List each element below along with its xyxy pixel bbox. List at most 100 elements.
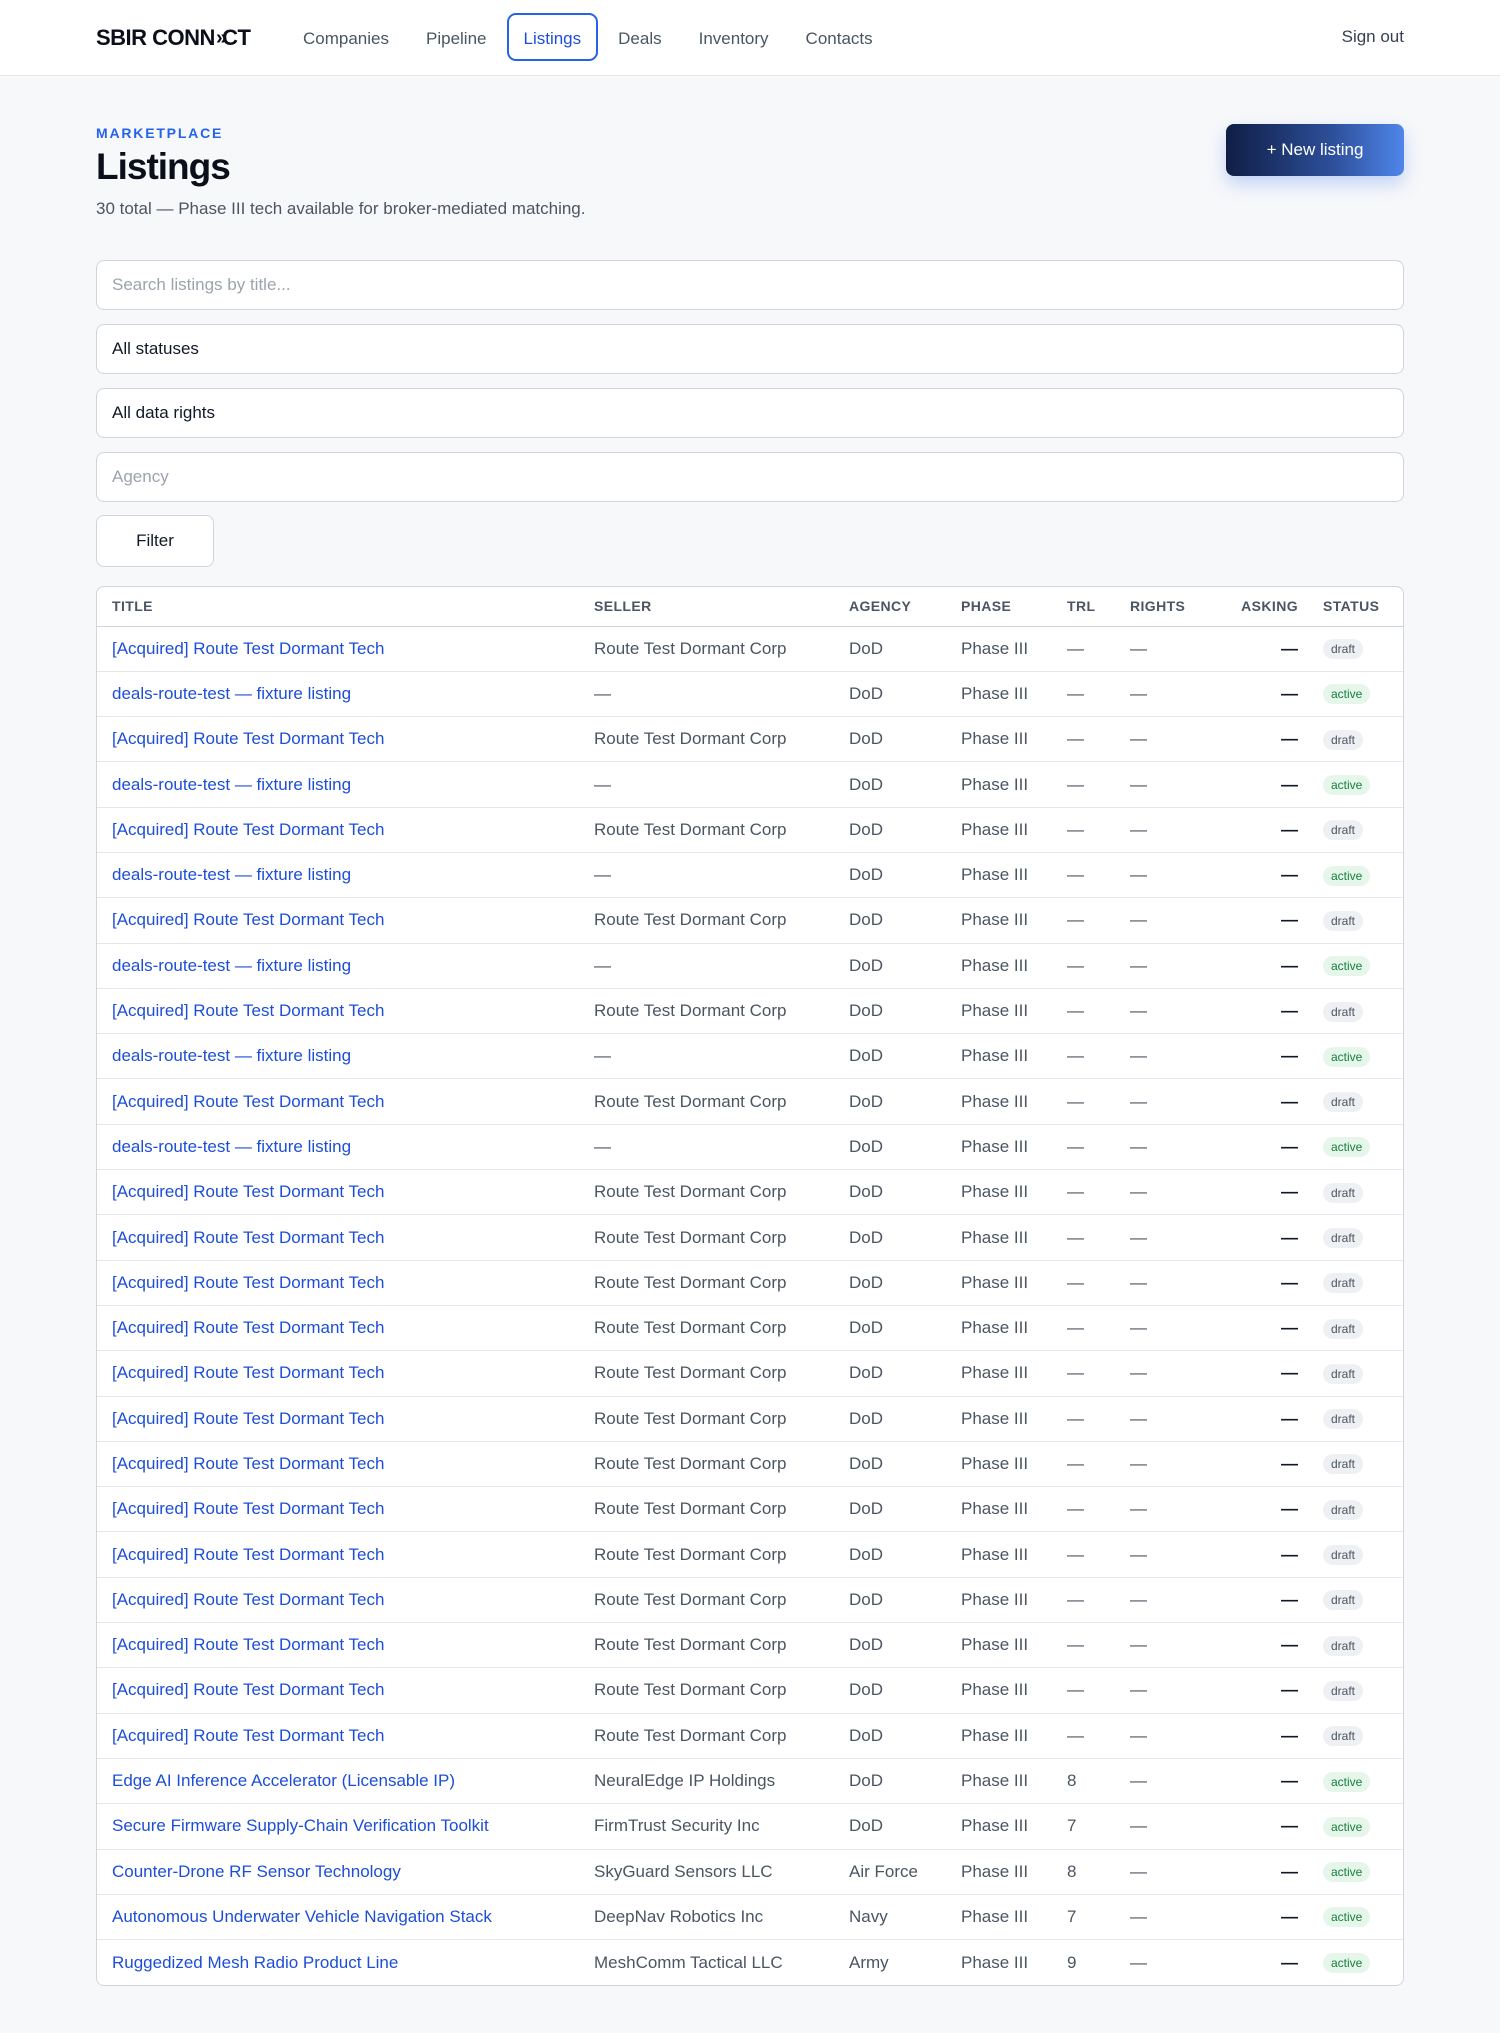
cell-seller: Route Test Dormant Corp: [579, 1622, 834, 1668]
column-header-trl: TRL: [1052, 587, 1115, 627]
cell-rights: —: [1115, 1576, 1223, 1623]
cell-agency: DoD: [834, 761, 946, 808]
cell-agency: DoD: [834, 1712, 946, 1759]
listing-title-link[interactable]: [Acquired] Route Test Dormant Tech: [112, 1545, 384, 1564]
listing-title-link[interactable]: deals-route-test — fixture listing: [112, 775, 351, 794]
listing-title-link[interactable]: Ruggedized Mesh Radio Product Line: [112, 1953, 398, 1972]
app-logo[interactable]: SBIR CONN» CT: [96, 25, 251, 51]
listing-title-link[interactable]: [Acquired] Route Test Dormant Tech: [112, 910, 384, 929]
listing-title-link[interactable]: [Acquired] Route Test Dormant Tech: [112, 1409, 384, 1428]
cell-status: draft: [1308, 1440, 1403, 1487]
cell-seller: Route Test Dormant Corp: [579, 1440, 834, 1487]
listing-title-link[interactable]: [Acquired] Route Test Dormant Tech: [112, 820, 384, 839]
cell-status: active: [1308, 1757, 1403, 1804]
listing-title-link[interactable]: [Acquired] Route Test Dormant Tech: [112, 1228, 384, 1247]
agency-input[interactable]: [96, 452, 1404, 502]
listing-title-link[interactable]: [Acquired] Route Test Dormant Tech: [112, 1092, 384, 1111]
cell-phase: Phase III: [961, 638, 1029, 658]
listing-title-link[interactable]: deals-route-test — fixture listing: [112, 1137, 351, 1156]
table-row: [Acquired] Route Test Dormant Tech Route …: [97, 1259, 1403, 1306]
listing-title-link[interactable]: [Acquired] Route Test Dormant Tech: [112, 1273, 384, 1292]
listing-title-link[interactable]: [Acquired] Route Test Dormant Tech: [112, 639, 384, 658]
listings-table: TITLE SELLER AGENCY PHASE TRL RIGHTS ASKING STA…: [96, 586, 1404, 1986]
table-row: [Acquired] Route Test Dormant Tech Route …: [97, 626, 1403, 671]
cell-trl: —: [1052, 1304, 1115, 1351]
listing-title-link[interactable]: [Acquired] Route Test Dormant Tech: [112, 1680, 384, 1699]
listing-title-link[interactable]: deals-route-test — fixture listing: [112, 956, 351, 975]
cell-asking: —: [1281, 638, 1298, 658]
cell-phase: Phase III: [946, 1214, 1052, 1261]
cell-status: active: [1308, 1848, 1403, 1895]
table-row: [Acquired] Route Test Dormant Tech Route …: [97, 1304, 1403, 1351]
listing-title-link[interactable]: [Acquired] Route Test Dormant Tech: [112, 729, 384, 748]
cell-phase: Phase III: [946, 1531, 1052, 1578]
status-badge: draft: [1323, 910, 1364, 931]
cell-agency: DoD: [834, 1757, 946, 1804]
cell-trl: —: [1052, 1576, 1115, 1623]
cell-agency: DoD: [834, 1350, 946, 1397]
data-rights-select[interactable]: All data rights: [96, 388, 1404, 438]
listing-title-link[interactable]: [Acquired] Route Test Dormant Tech: [112, 1363, 384, 1382]
cell-rights: —: [1115, 1803, 1223, 1850]
cell-status: draft: [1308, 806, 1403, 853]
nav-deals[interactable]: Deals: [601, 13, 678, 61]
column-header-asking: ASKING: [1223, 587, 1308, 627]
listing-title-link[interactable]: [Acquired] Route Test Dormant Tech: [112, 1318, 384, 1337]
status-badge: draft: [1323, 1680, 1364, 1701]
table-row: deals-route-test — fixture listing — DoD Ph…: [97, 761, 1403, 808]
column-header-phase: PHASE: [946, 587, 1052, 627]
cell-trl: 7: [1052, 1893, 1115, 1940]
status-select[interactable]: All statuses: [96, 324, 1404, 374]
column-header-status: STATUS: [1308, 587, 1403, 627]
nav-listings[interactable]: Listings: [506, 13, 599, 61]
table-body: [Acquired] Route Test Dormant Tech Route …: [97, 626, 1403, 1985]
listing-title-link[interactable]: [Acquired] Route Test Dormant Tech: [112, 1182, 384, 1201]
status-badge: draft: [1323, 1092, 1364, 1113]
table-row: [Acquired] Route Test Dormant Tech Route …: [97, 806, 1403, 853]
cell-asking: —: [1223, 1531, 1308, 1578]
cell-seller: —: [579, 1123, 834, 1170]
cell-title: [Acquired] Route Test Dormant Tech: [97, 987, 579, 1034]
cell-asking: —: [1223, 1576, 1308, 1623]
listing-title-link[interactable]: Counter-Drone RF Sensor Technology: [112, 1862, 401, 1881]
listing-title-link[interactable]: deals-route-test — fixture listing: [112, 1046, 351, 1065]
listing-title-link[interactable]: [Acquired] Route Test Dormant Tech: [112, 1499, 384, 1518]
listing-title-link[interactable]: Edge AI Inference Accelerator (Licensabl…: [112, 1771, 455, 1790]
cell-status: draft: [1308, 1576, 1403, 1623]
listing-title-link[interactable]: [Acquired] Route Test Dormant Tech: [112, 1590, 384, 1609]
nav-pipeline[interactable]: Pipeline: [409, 13, 504, 61]
status-badge: draft: [1323, 1001, 1364, 1022]
status-badge: draft: [1323, 1545, 1364, 1566]
cell-status: active: [1308, 761, 1403, 808]
cell-agency: DoD: [849, 638, 884, 658]
cell-seller: Route Test Dormant Corp: [579, 1169, 834, 1215]
cell-seller: SkyGuard Sensors LLC: [579, 1848, 834, 1895]
status-badge: draft: [1323, 1726, 1364, 1747]
cell-trl: —: [1052, 1259, 1115, 1306]
new-listing-button[interactable]: + New listing: [1226, 124, 1404, 176]
table-row: [Acquired] Route Test Dormant Tech Route …: [97, 1576, 1403, 1623]
search-input[interactable]: [96, 260, 1404, 310]
nav-companies[interactable]: Companies: [286, 13, 406, 61]
nav-inventory[interactable]: Inventory: [682, 13, 786, 61]
cell-asking: —: [1223, 806, 1308, 853]
section-eyebrow: MARKETPLACE: [96, 125, 224, 141]
status-badge: draft: [1323, 1590, 1364, 1611]
listing-title-link[interactable]: [Acquired] Route Test Dormant Tech: [112, 1726, 384, 1745]
cell-title: [Acquired] Route Test Dormant Tech: [97, 1667, 579, 1714]
listing-title-link[interactable]: deals-route-test — fixture listing: [112, 684, 351, 703]
cell-seller: Route Test Dormant Corp: [579, 716, 834, 762]
listing-title-link[interactable]: [Acquired] Route Test Dormant Tech: [112, 1454, 384, 1473]
cell-phase: Phase III: [946, 1395, 1052, 1442]
listing-title-link[interactable]: Autonomous Underwater Vehicle Navigation…: [112, 1907, 492, 1926]
filter-button[interactable]: Filter: [96, 515, 214, 567]
listing-title-link[interactable]: [Acquired] Route Test Dormant Tech: [112, 1635, 384, 1654]
listing-title-link[interactable]: Secure Firmware Supply-Chain Verificatio…: [112, 1816, 489, 1835]
listing-title-link[interactable]: [Acquired] Route Test Dormant Tech: [112, 1001, 384, 1020]
listing-title-link[interactable]: deals-route-test — fixture listing: [112, 865, 351, 884]
cell-title: [Acquired] Route Test Dormant Tech: [97, 716, 579, 762]
sign-out-link[interactable]: Sign out: [1342, 27, 1404, 47]
cell-title: deals-route-test — fixture listing: [97, 942, 579, 989]
cell-agency: DoD: [834, 942, 946, 989]
nav-contacts[interactable]: Contacts: [789, 13, 890, 61]
